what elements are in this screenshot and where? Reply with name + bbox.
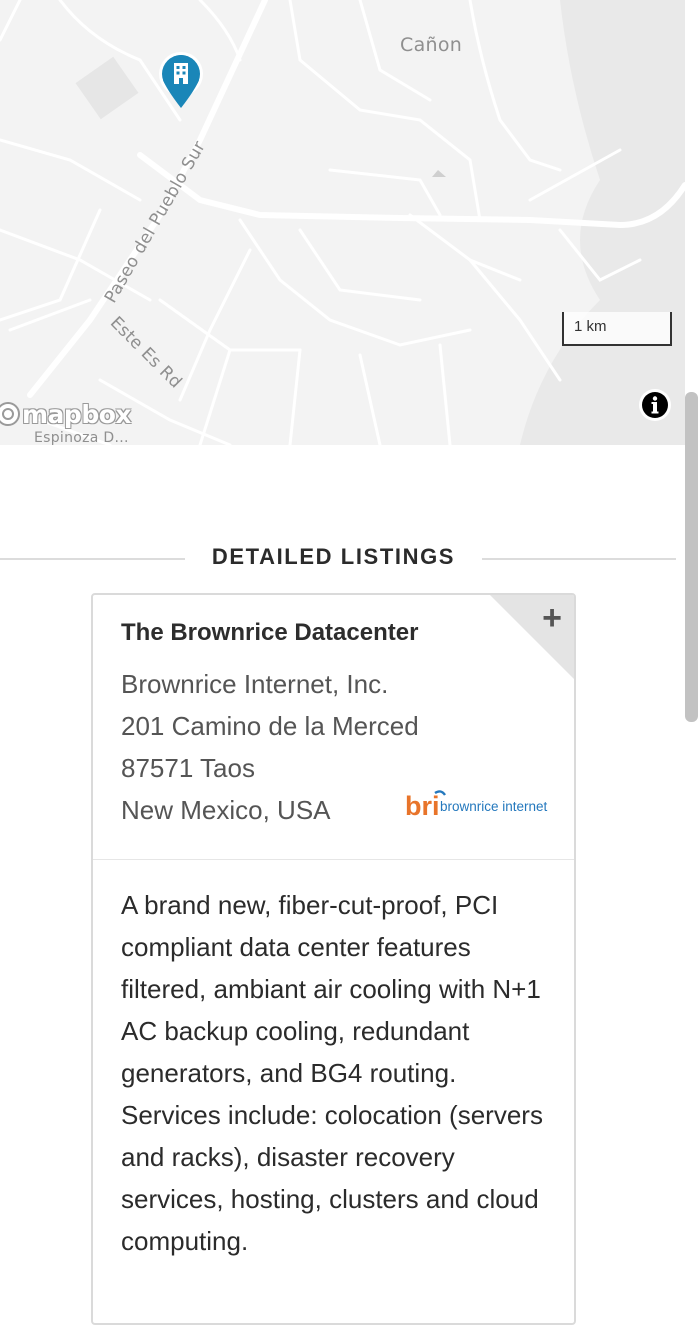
datacenter-map-marker[interactable] xyxy=(157,52,205,110)
mapbox-wordmark: mapbox xyxy=(22,399,132,429)
listing-name[interactable]: The Brownrice Datacenter xyxy=(121,619,418,647)
mapbox-logo[interactable]: mapbox xyxy=(0,396,132,432)
divider-line xyxy=(482,558,676,560)
map-label-espinoza: Espinoza D... xyxy=(34,430,129,445)
listing-card[interactable]: + The Brownrice Datacenter Brownrice Int… xyxy=(91,593,576,1325)
mapbox-icon xyxy=(0,402,20,426)
section-header: DETAILED LISTINGS xyxy=(0,540,676,576)
listing-city: 87571 Taos xyxy=(121,753,255,783)
listing-company: Brownrice Internet, Inc. xyxy=(121,669,389,699)
map-roads xyxy=(0,0,685,445)
listing-street: 201 Camino de la Merced xyxy=(121,711,419,741)
map-label-canon: Cañon xyxy=(400,34,463,56)
map[interactable]: Cañon Paseo del Pueblo Sur Este Es Rd Es… xyxy=(0,0,685,445)
plus-icon[interactable]: + xyxy=(542,601,562,635)
listing-description: A brand new, fiber-cut-proof, PCI compli… xyxy=(121,890,543,1256)
logo-text: brownrice internet xyxy=(440,799,548,814)
brownrice-logo: bri brownrice internet xyxy=(405,789,555,828)
card-divider xyxy=(93,859,574,860)
listing-region: New Mexico, USA xyxy=(121,795,331,825)
info-icon xyxy=(642,392,668,418)
map-scale-bar: 1 km xyxy=(562,312,672,346)
map-info-button[interactable] xyxy=(639,389,671,421)
building-icon xyxy=(159,52,203,108)
divider-line xyxy=(0,558,185,560)
section-title: DETAILED LISTINGS xyxy=(211,544,456,569)
scale-label: 1 km xyxy=(574,318,607,335)
scrollbar-thumb[interactable] xyxy=(685,392,698,722)
logo-mark: bri xyxy=(405,791,440,821)
